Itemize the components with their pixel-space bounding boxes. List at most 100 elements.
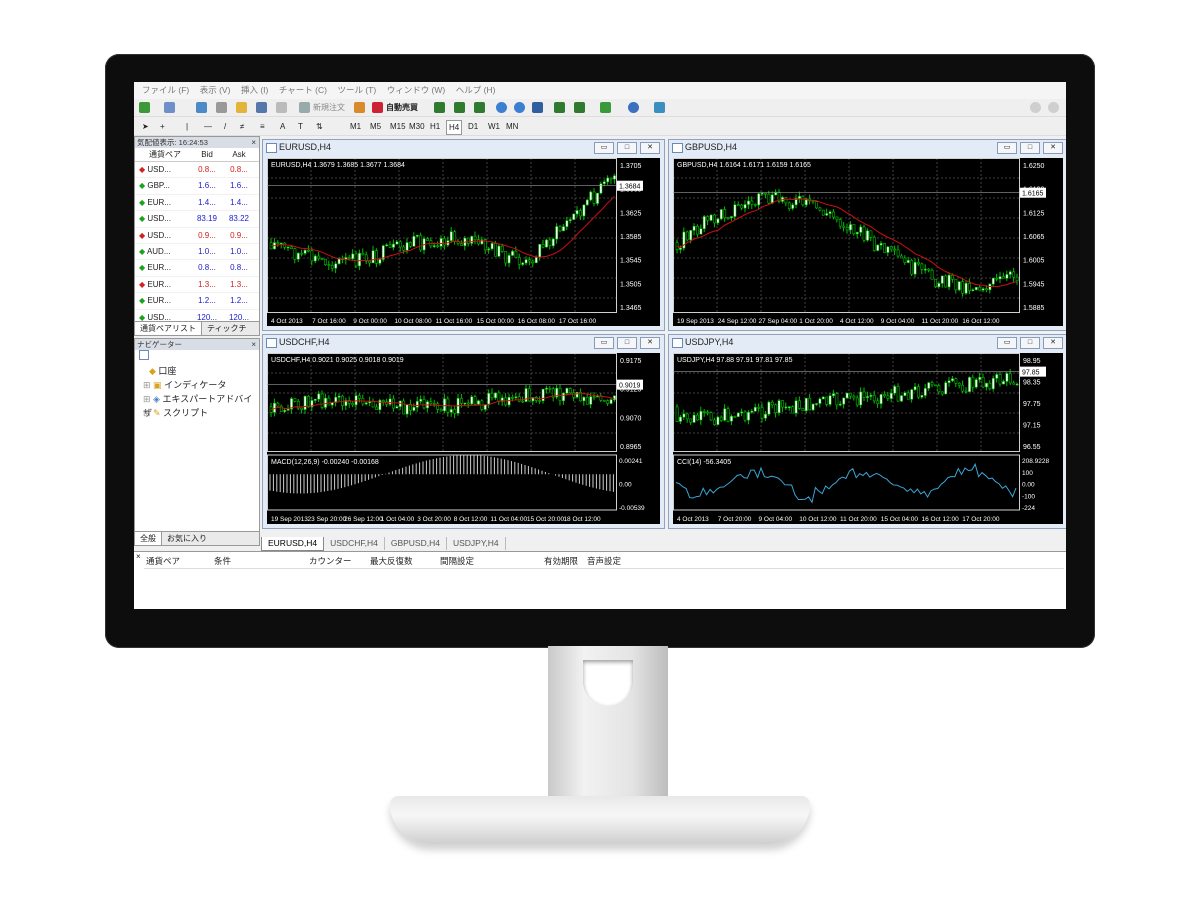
templates-icon[interactable] (654, 102, 665, 113)
vertical-line-icon[interactable]: | (186, 120, 188, 133)
market-watch-row[interactable]: ◆ EUR... 1.2... 1.2... (135, 293, 259, 310)
arrows-icon[interactable]: ⇅ (316, 120, 323, 133)
trendline-icon[interactable]: / (224, 120, 226, 133)
strategy-tester-icon[interactable] (276, 102, 287, 113)
cursor-icon[interactable]: ➤ (142, 120, 149, 133)
expand-icon[interactable]: ⊞ (143, 408, 153, 418)
new-chart-icon[interactable] (139, 102, 150, 113)
tab-favorites[interactable]: お気に入り (162, 532, 212, 545)
expand-icon[interactable]: ⊞ (143, 380, 153, 390)
chart-area[interactable]: EURUSD,H4 1.3679 1.3685 1.3677 1.3684 1.3… (267, 158, 660, 326)
bar-chart-icon[interactable] (434, 102, 445, 113)
market-watch-row[interactable]: ◆ EUR... 1.4... 1.4... (135, 195, 259, 212)
candlestick-icon[interactable] (454, 102, 465, 113)
tf-m5[interactable]: M5 (370, 120, 381, 133)
menu-window[interactable]: ウィンドウ (W) (387, 82, 446, 99)
close-icon[interactable]: × (251, 339, 256, 350)
close-icon[interactable]: ✕ (640, 337, 660, 349)
col-counter[interactable]: カウンター (309, 554, 352, 568)
periods-icon[interactable] (628, 102, 639, 113)
zoom-in-icon[interactable] (496, 102, 507, 113)
maximize-icon[interactable]: □ (617, 337, 637, 349)
line-chart-icon[interactable] (474, 102, 485, 113)
meta-editor-icon[interactable] (354, 102, 365, 113)
market-watch-row[interactable]: ◆ EUR... 0.8... 0.8... (135, 260, 259, 277)
text-icon[interactable]: A (280, 120, 285, 133)
chart-tab-usdchf[interactable]: USDCHF,H4 (324, 537, 385, 550)
tab-tick-chart[interactable]: ティックチ (202, 322, 252, 335)
tf-m1[interactable]: M1 (350, 120, 361, 133)
col-bid[interactable]: Bid (191, 148, 223, 161)
market-watch-row[interactable]: ◆ USD... 0.8... 0.8... (135, 162, 259, 179)
tree-item-scripts[interactable]: ⊞ ✎ スクリプト (135, 406, 259, 420)
chart-window-usdchf[interactable]: USDCHF,H4 ▭ □ ✕ USDCHF,H4 0.9021 0.9025 0.… (262, 334, 665, 529)
maximize-icon[interactable]: □ (617, 142, 637, 154)
minimize-icon[interactable]: ▭ (997, 142, 1017, 154)
chart-shift-icon[interactable] (574, 102, 585, 113)
terminal-icon[interactable] (256, 102, 267, 113)
minimize-icon[interactable]: ▭ (594, 142, 614, 154)
tile-windows-icon[interactable] (532, 102, 543, 113)
chart-area[interactable]: USDJPY,H4 97.88 97.91 97.81 97.85 98.95 98… (673, 353, 1063, 524)
new-order-icon[interactable] (299, 102, 310, 113)
tab-common[interactable]: 全般 (135, 532, 162, 545)
chart-tab-usdjpy[interactable]: USDJPY,H4 (447, 537, 506, 550)
tf-mn[interactable]: MN (506, 120, 518, 133)
chart-tab-gbpusd[interactable]: GBPUSD,H4 (385, 537, 447, 550)
tf-w1[interactable]: W1 (488, 120, 500, 133)
fibonacci-icon[interactable]: ≡ (260, 120, 265, 133)
col-symbol[interactable]: 通貨ペア (135, 148, 191, 161)
profiles-icon[interactable] (164, 102, 175, 113)
tree-item-experts[interactable]: ⊞ ◈ エキスパートアドバイザ (135, 392, 259, 418)
chart-window-usdjpy[interactable]: USDJPY,H4 ▭ □ ✕ USDJPY,H4 97.88 97.91 97.8… (668, 334, 1066, 529)
minimize-icon[interactable]: ▭ (594, 337, 614, 349)
col-condition[interactable]: 条件 (214, 554, 231, 568)
tree-item-accounts[interactable]: ◆ 口座 (135, 364, 259, 378)
data-window-icon[interactable] (216, 102, 227, 113)
market-watch-row[interactable]: ◆ USD... 83.19 83.22 (135, 211, 259, 228)
chart-tab-eurusd[interactable]: EURUSD,H4 (261, 537, 325, 551)
tab-symbols[interactable]: 通貨ペアリスト (135, 322, 202, 335)
menu-charts[interactable]: チャート (C) (279, 82, 327, 99)
menu-insert[interactable]: 挿入 (I) (241, 82, 268, 99)
close-icon[interactable]: × (251, 137, 256, 148)
new-order-button[interactable]: 新規注文 (313, 101, 345, 114)
expand-icon[interactable]: ⊞ (143, 394, 153, 404)
navigator-icon[interactable] (236, 102, 247, 113)
auto-trading-button[interactable]: 自動売買 (386, 101, 418, 114)
tf-m15[interactable]: M15 (390, 120, 406, 133)
market-watch-row[interactable]: ◆ EUR... 1.3... 1.3... (135, 277, 259, 294)
crosshair-icon[interactable]: + (160, 120, 165, 133)
chart-area[interactable]: USDCHF,H4 0.9021 0.9025 0.9018 0.9019 0.9… (267, 353, 660, 524)
col-symbol[interactable]: 通貨ペア (146, 554, 180, 568)
tf-h1[interactable]: H1 (430, 120, 440, 133)
menu-file[interactable]: ファイル (F) (142, 82, 189, 99)
auto-trading-icon[interactable] (372, 102, 383, 113)
horizontal-line-icon[interactable]: — (204, 120, 212, 133)
maximize-icon[interactable]: □ (1020, 142, 1040, 154)
maximize-icon[interactable]: □ (1020, 337, 1040, 349)
close-icon[interactable]: × (136, 552, 141, 561)
close-icon[interactable]: ✕ (640, 142, 660, 154)
col-ask[interactable]: Ask (223, 148, 255, 161)
channel-icon[interactable]: ≠ (240, 120, 244, 133)
chart-window-gbpusd[interactable]: GBPUSD,H4 ▭ □ ✕ GBPUSD,H4 1.6164 1.6171 1.… (668, 139, 1066, 331)
menu-view[interactable]: 表示 (V) (200, 82, 231, 99)
col-max-repeats[interactable]: 最大反復数 (370, 554, 413, 568)
chat-icon[interactable] (1048, 102, 1059, 113)
tree-item-indicators[interactable]: ⊞ ▣ インディケータ (135, 378, 259, 392)
col-interval[interactable]: 間隔設定 (440, 554, 474, 568)
market-watch-row[interactable]: ◆ AUD... 1.0... 1.0... (135, 244, 259, 261)
chart-area[interactable]: GBPUSD,H4 1.6164 1.6171 1.6159 1.6165 1.6… (673, 158, 1063, 326)
tf-d1[interactable]: D1 (468, 120, 478, 133)
minimize-icon[interactable]: ▭ (997, 337, 1017, 349)
tf-m30[interactable]: M30 (409, 120, 425, 133)
chart-window-eurusd[interactable]: EURUSD,H4 ▭ □ ✕ EURUSD,H4 1.3679 1.3685 1.… (262, 139, 665, 331)
close-icon[interactable]: ✕ (1043, 142, 1063, 154)
zoom-out-icon[interactable] (514, 102, 525, 113)
market-watch-icon[interactable] (196, 102, 207, 113)
auto-scroll-icon[interactable] (554, 102, 565, 113)
menu-tools[interactable]: ツール (T) (337, 82, 376, 99)
tf-h4[interactable]: H4 (446, 120, 463, 135)
close-icon[interactable]: ✕ (1043, 337, 1063, 349)
